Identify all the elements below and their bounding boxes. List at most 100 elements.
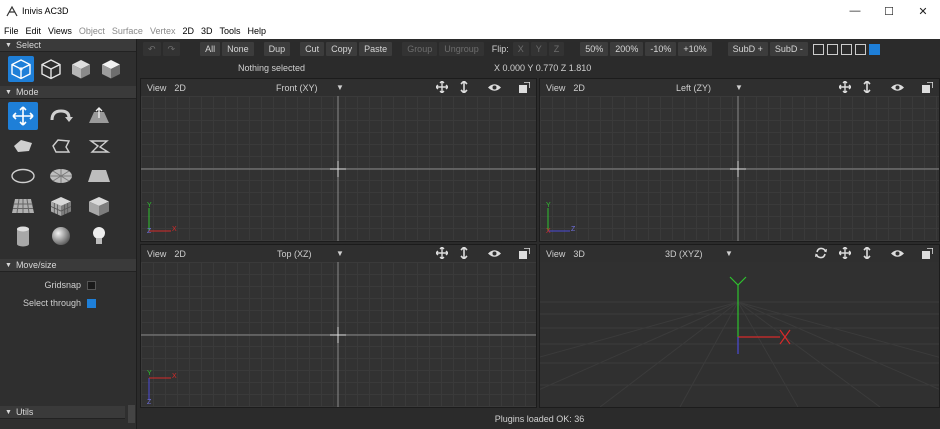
view-mode-toggle[interactable]: 2D: [174, 83, 186, 93]
menu-file[interactable]: File: [4, 26, 19, 36]
line-tool-button[interactable]: [84, 132, 114, 160]
maximize-viewport-icon[interactable]: [519, 247, 530, 259]
utils-section-header[interactable]: ▼ Utils: [0, 406, 125, 419]
layout-three-alt-icon[interactable]: [854, 43, 866, 55]
zoom-vertical-icon[interactable]: [863, 247, 871, 259]
layout-single-icon[interactable]: [812, 43, 824, 55]
movesize-section-header[interactable]: ▼ Move/size: [0, 259, 136, 272]
subd-plus-button[interactable]: SubD +: [727, 42, 768, 56]
zoom-vertical-icon[interactable]: [460, 247, 468, 259]
dropdown-arrow-icon[interactable]: ▼: [336, 83, 344, 92]
view-name-dropdown[interactable]: Left (ZY): [676, 83, 711, 93]
zoom-plus-10-button[interactable]: +10%: [678, 42, 712, 56]
menu-views[interactable]: Views: [48, 26, 72, 36]
view-menu[interactable]: View: [546, 249, 565, 259]
viewport-front[interactable]: View 2D Front (XY) ▼ Y X Z: [140, 78, 537, 242]
menu-2d[interactable]: 2D: [182, 26, 194, 36]
minimize-button[interactable]: —: [838, 0, 872, 22]
box-grid-tool-button[interactable]: [46, 192, 76, 220]
view-mode-toggle[interactable]: 2D: [573, 83, 585, 93]
disk-tool-button[interactable]: [46, 162, 76, 190]
ungroup-button[interactable]: Ungroup: [439, 42, 484, 56]
viewport-canvas[interactable]: Y X Z: [141, 96, 536, 241]
view-name-dropdown[interactable]: Top (XZ): [277, 249, 312, 259]
move-tool-button[interactable]: [8, 102, 38, 130]
flip-z-button[interactable]: Z: [548, 42, 565, 56]
eye-icon[interactable]: [488, 249, 501, 258]
layout-two-icon[interactable]: [826, 43, 838, 55]
select-all-button[interactable]: All: [200, 42, 221, 56]
rotate-view-icon[interactable]: [815, 247, 827, 259]
cut-button[interactable]: Cut: [300, 42, 325, 56]
sphere-tool-button[interactable]: [46, 222, 76, 250]
paste-button[interactable]: Paste: [359, 42, 393, 56]
mode-section-header[interactable]: ▼ Mode: [0, 86, 136, 99]
viewport-canvas[interactable]: Y Z X: [540, 96, 939, 241]
menu-tools[interactable]: Tools: [219, 26, 240, 36]
eye-icon[interactable]: [488, 83, 501, 92]
select-group-button[interactable]: [68, 56, 94, 82]
maximize-viewport-icon[interactable]: [519, 81, 530, 93]
group-button[interactable]: Group: [402, 42, 438, 56]
gridsnap-checkbox[interactable]: [87, 280, 96, 290]
viewport-3d[interactable]: View 3D 3D (XYZ) ▼: [539, 244, 940, 408]
select-none-button[interactable]: None: [222, 42, 254, 56]
polygon-tool-button[interactable]: [8, 132, 38, 160]
pan-icon[interactable]: [436, 247, 448, 259]
zoom-vertical-icon[interactable]: [863, 81, 871, 93]
dropdown-arrow-icon[interactable]: ▼: [336, 249, 344, 258]
grid-tool-button[interactable]: [8, 192, 38, 220]
ellipse-tool-button[interactable]: [8, 162, 38, 190]
viewport-canvas[interactable]: [540, 262, 939, 407]
view-menu[interactable]: View: [147, 249, 166, 259]
scale-tool-button[interactable]: [84, 102, 114, 130]
view-mode-toggle[interactable]: 3D: [573, 249, 585, 259]
panel-scrollbar[interactable]: [128, 405, 135, 423]
rotate-tool-button[interactable]: [46, 102, 76, 130]
menu-3d[interactable]: 3D: [201, 26, 213, 36]
zoom-50-button[interactable]: 50%: [580, 42, 609, 56]
box-tool-button[interactable]: [84, 192, 114, 220]
copy-button[interactable]: Copy: [326, 42, 358, 56]
menu-help[interactable]: Help: [248, 26, 267, 36]
zoom-minus-10-button[interactable]: -10%: [645, 42, 677, 56]
viewport-top[interactable]: View 2D Top (XZ) ▼ Y X Z: [140, 244, 537, 408]
menu-surface[interactable]: Surface: [112, 26, 143, 36]
pan-icon[interactable]: [839, 247, 851, 259]
select-object-button[interactable]: [38, 56, 64, 82]
view-menu[interactable]: View: [147, 83, 166, 93]
light-tool-button[interactable]: [84, 222, 114, 250]
subd-minus-button[interactable]: SubD -: [769, 42, 808, 56]
polyline-tool-button[interactable]: [46, 132, 76, 160]
pan-icon[interactable]: [839, 81, 851, 93]
dropdown-arrow-icon[interactable]: ▼: [725, 249, 733, 258]
maximize-viewport-icon[interactable]: [922, 247, 933, 259]
menu-edit[interactable]: Edit: [26, 26, 42, 36]
viewport-canvas[interactable]: Y X Z: [141, 262, 536, 407]
layout-quad-icon[interactable]: [868, 43, 880, 55]
close-button[interactable]: ✕: [906, 0, 940, 22]
layout-three-icon[interactable]: [840, 43, 852, 55]
redo-button[interactable]: ↷: [162, 42, 181, 56]
select-surface-button[interactable]: [98, 56, 124, 82]
zoom-200-button[interactable]: 200%: [610, 42, 644, 56]
viewport-left[interactable]: View 2D Left (ZY) ▼ Y Z X: [539, 78, 940, 242]
rectangle-tool-button[interactable]: [84, 162, 114, 190]
view-menu[interactable]: View: [546, 83, 565, 93]
cylinder-tool-button[interactable]: [8, 222, 38, 250]
maximize-button[interactable]: ☐: [872, 0, 906, 22]
view-name-dropdown[interactable]: Front (XY): [276, 83, 318, 93]
flip-x-button[interactable]: X: [512, 42, 529, 56]
select-vertex-button[interactable]: [8, 56, 34, 82]
duplicate-button[interactable]: Dup: [263, 42, 291, 56]
menu-object[interactable]: Object: [79, 26, 105, 36]
zoom-vertical-icon[interactable]: [460, 81, 468, 93]
undo-button[interactable]: ↶: [143, 42, 161, 56]
eye-icon[interactable]: [891, 249, 904, 258]
eye-icon[interactable]: [891, 83, 904, 92]
menu-vertex[interactable]: Vertex: [150, 26, 176, 36]
dropdown-arrow-icon[interactable]: ▼: [735, 83, 743, 92]
select-through-checkbox[interactable]: [87, 298, 96, 308]
flip-y-button[interactable]: Y: [530, 42, 547, 56]
pan-icon[interactable]: [436, 81, 448, 93]
